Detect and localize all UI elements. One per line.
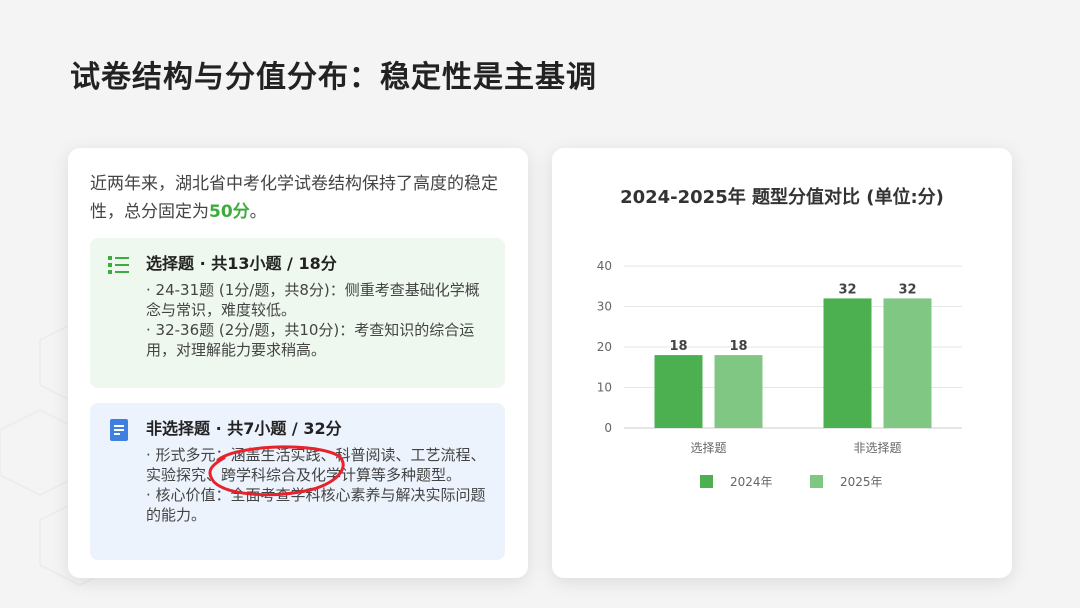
multiple-choice-title: 选择题 · 共13小题 / 18分	[146, 254, 337, 273]
bar	[823, 298, 872, 428]
legend-swatch	[810, 475, 823, 488]
non-choice-title: 非选择题 · 共7小题 / 32分	[146, 419, 342, 438]
structure-card: 近两年来，湖北省中考化学试卷结构保持了高度的稳定性，总分固定为50分。 选择题 …	[68, 148, 528, 578]
legend-label: 2024年	[730, 475, 773, 489]
legend-swatch	[700, 475, 713, 488]
non-choice-list: · 形式多元：涵盖生活实践、科普阅读、工艺流程、实验探究、跨学科综合及化学计算等…	[146, 445, 491, 525]
intro-text-end: 。	[249, 202, 267, 222]
y-tick-label: 40	[597, 259, 612, 273]
data-label: 32	[898, 282, 916, 297]
intro-text: 近两年来，湖北省中考化学试卷结构保持了高度的稳定性，总分固定为	[90, 174, 498, 222]
list-icon	[108, 256, 129, 274]
y-tick-label: 20	[597, 340, 612, 354]
legend-label: 2025年	[840, 475, 883, 489]
data-label: 18	[729, 339, 747, 354]
data-label: 32	[838, 282, 856, 297]
data-label: 18	[669, 339, 687, 354]
list-item: · 32-36题 (2分/题，共10分)：考查知识的综合运用，对理解能力要求稍高…	[146, 321, 475, 359]
page-title: 试卷结构与分值分布：稳定性是主基调	[70, 60, 597, 95]
list-item: · 核心价值：全面考查学科核心素养与解决实际问题的能力。	[146, 486, 486, 524]
non-choice-section: 非选择题 · 共7小题 / 32分 · 形式多元：涵盖生活实践、科普阅读、工艺流…	[90, 403, 505, 560]
total-score-highlight: 50分	[209, 202, 250, 222]
document-icon	[110, 419, 128, 441]
multiple-choice-section: 选择题 · 共13小题 / 18分 · 24-31题 (1分/题，共8分)：侧重…	[90, 238, 505, 388]
x-tick-label: 非选择题	[853, 441, 901, 455]
x-tick-label: 选择题	[690, 441, 726, 455]
y-tick-label: 10	[597, 381, 612, 395]
chart-card: 2024-2025年 题型分值对比 (单位:分) 0 10 20 30 40 18 18 选择…	[552, 148, 1012, 578]
list-item: · 24-31题 (1分/题，共8分)：侧重考查基础化学概念与常识，难度较低。	[146, 281, 480, 319]
multiple-choice-list: · 24-31题 (1分/题，共8分)：侧重考查基础化学概念与常识，难度较低。 …	[146, 280, 491, 360]
bar-chart: 0 10 20 30 40 18 18 选择题 32 32 非选择题 2024年 2025年	[597, 259, 962, 489]
y-tick-label: 30	[597, 300, 612, 314]
bar	[883, 298, 932, 428]
list-item: · 形式多元：涵盖生活实践、科普阅读、工艺流程、实验探究、跨学科综合及化学计算等…	[146, 446, 486, 484]
y-tick-label: 0	[604, 421, 612, 435]
bar	[714, 355, 763, 428]
intro-paragraph: 近两年来，湖北省中考化学试卷结构保持了高度的稳定性，总分固定为50分。	[90, 170, 510, 226]
bar	[654, 355, 703, 428]
